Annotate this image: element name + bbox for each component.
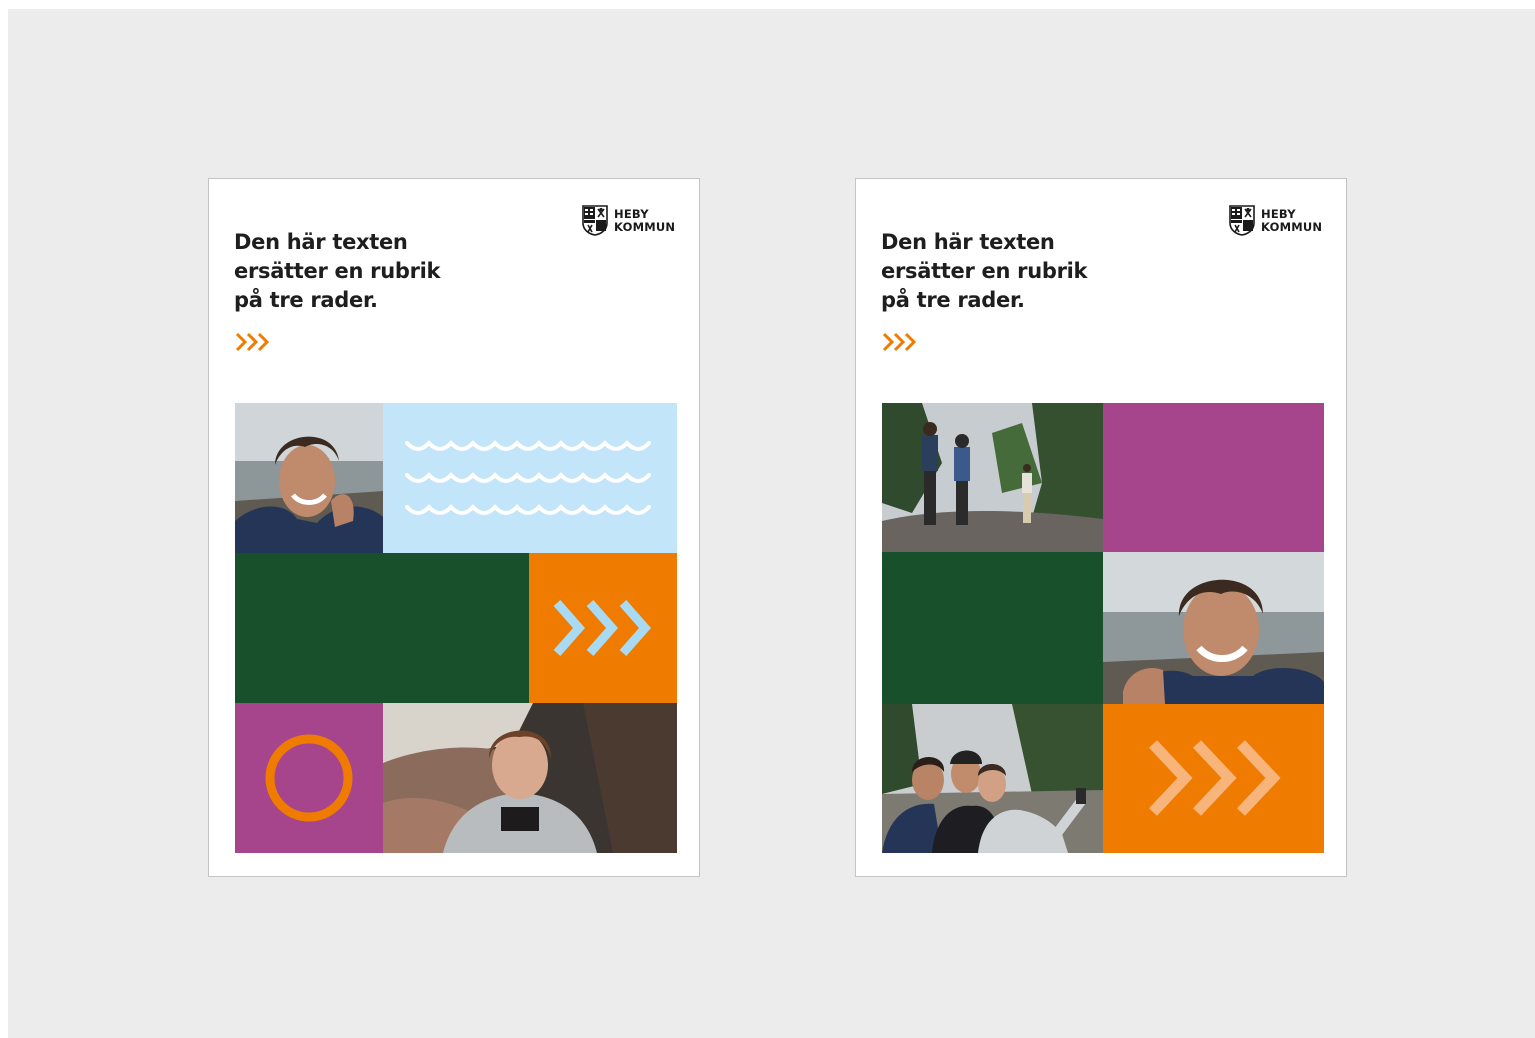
- logo-line-1: HEBY: [1261, 207, 1296, 221]
- logo-line-2: KOMMUN: [614, 219, 676, 234]
- image-grid: [882, 403, 1324, 853]
- poster-card-1: HEBY KOMMUN Den här texten ersätter en r…: [208, 178, 700, 877]
- green-color-block: [882, 552, 1103, 704]
- headline: Den här texten ersätter en rubrik på tre…: [234, 228, 494, 315]
- waves-graphic: [405, 440, 651, 515]
- ring-graphic: [265, 734, 353, 822]
- logo-wordmark: HEBY KOMMUN: [614, 208, 675, 233]
- chevrons-graphic: [553, 600, 651, 656]
- triple-chevron-icon: [235, 332, 270, 352]
- image-grid: [235, 403, 677, 853]
- headline: Den här texten ersätter en rubrik på tre…: [881, 228, 1141, 315]
- wave-pattern-tile: [383, 403, 677, 553]
- purple-color-block: [1103, 403, 1324, 552]
- coat-of-arms-shield-icon: [1229, 205, 1255, 236]
- photo-smiling-man: [1103, 552, 1324, 704]
- photo-smiling-woman: [383, 703, 677, 853]
- headline-line-1: Den här texten: [881, 230, 1055, 254]
- logo: HEBY KOMMUN: [582, 205, 675, 236]
- photo-hikers: [882, 403, 1103, 552]
- headline-line-2: ersätter en rubrik: [234, 259, 441, 283]
- logo-line-1: HEBY: [614, 207, 649, 221]
- logo-wordmark: HEBY KOMMUN: [1261, 208, 1322, 233]
- chevrons-graphic: [1148, 740, 1281, 816]
- green-color-block: [235, 553, 529, 703]
- photo-smiling-man: [235, 403, 383, 553]
- poster-card-2: HEBY KOMMUN Den här texten ersätter en r…: [855, 178, 1347, 877]
- ring-pattern-tile: [235, 703, 383, 853]
- photo-friends-selfie: [882, 704, 1103, 853]
- headline-line-3: på tre rader.: [234, 288, 378, 312]
- chevron-pattern-tile: [1103, 704, 1324, 853]
- headline-line-1: Den här texten: [234, 230, 408, 254]
- logo: HEBY KOMMUN: [1229, 205, 1322, 236]
- triple-chevron-icon: [882, 332, 917, 352]
- coat-of-arms-shield-icon: [582, 205, 608, 236]
- headline-line-3: på tre rader.: [881, 288, 1025, 312]
- chevron-pattern-tile: [529, 553, 677, 703]
- logo-line-2: KOMMUN: [1261, 219, 1323, 234]
- canvas-background: HEBY KOMMUN Den här texten ersätter en r…: [8, 9, 1535, 1038]
- headline-line-2: ersätter en rubrik: [881, 259, 1088, 283]
